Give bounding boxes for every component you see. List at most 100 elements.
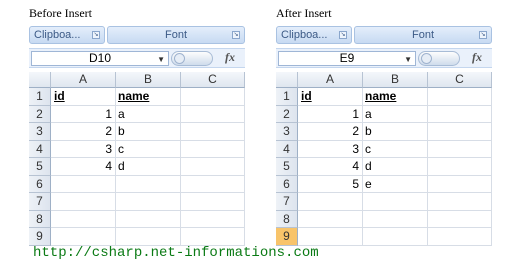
cell-b[interactable]: b xyxy=(116,123,181,141)
cell-a[interactable]: 1 xyxy=(298,105,363,123)
row-header[interactable]: 9 xyxy=(29,228,51,246)
cell-c[interactable] xyxy=(181,193,245,211)
cell-a[interactable] xyxy=(298,210,363,228)
row-header[interactable]: 6 xyxy=(276,175,298,193)
cell-b[interactable]: name xyxy=(363,88,428,106)
cell-b[interactable] xyxy=(363,210,428,228)
cell-a[interactable]: id xyxy=(51,88,116,106)
cell-a[interactable]: 4 xyxy=(51,158,116,176)
cell-a[interactable]: id xyxy=(298,88,363,106)
clipboard-group[interactable]: Clipboa... ↘ xyxy=(276,26,352,44)
row-header[interactable]: 7 xyxy=(29,193,51,211)
cell-b[interactable]: c xyxy=(363,140,428,158)
formula-bar-expand-button[interactable] xyxy=(171,51,213,66)
formula-bar-expand-button[interactable] xyxy=(418,51,460,66)
dialog-launcher-icon[interactable]: ↘ xyxy=(232,31,240,39)
cell-c[interactable] xyxy=(428,123,492,141)
cell-b[interactable]: d xyxy=(363,158,428,176)
cell-c[interactable] xyxy=(428,228,492,246)
cell-c[interactable] xyxy=(181,228,245,246)
chevron-down-icon[interactable]: ▼ xyxy=(404,53,412,66)
cell-c[interactable] xyxy=(181,175,245,193)
cell-c[interactable] xyxy=(428,140,492,158)
cell-c[interactable] xyxy=(181,140,245,158)
row-header[interactable]: 5 xyxy=(29,158,51,176)
cell-c[interactable] xyxy=(428,210,492,228)
cell-a[interactable] xyxy=(51,228,116,246)
select-all-corner[interactable] xyxy=(29,72,51,88)
row-header[interactable]: 6 xyxy=(29,175,51,193)
cell-c[interactable] xyxy=(428,88,492,106)
select-all-corner[interactable] xyxy=(276,72,298,88)
cell-a[interactable] xyxy=(51,193,116,211)
row-header[interactable]: 2 xyxy=(276,105,298,123)
table-row: 21a xyxy=(276,105,492,123)
cell-b[interactable] xyxy=(116,228,181,246)
column-header-a[interactable]: A xyxy=(51,72,116,88)
clipboard-group[interactable]: Clipboa... ↘ xyxy=(29,26,105,44)
cell-b[interactable]: c xyxy=(116,140,181,158)
cell-c[interactable] xyxy=(181,88,245,106)
row-header[interactable]: 3 xyxy=(276,123,298,141)
cell-a[interactable]: 4 xyxy=(298,158,363,176)
row-header[interactable]: 4 xyxy=(276,140,298,158)
column-header-c[interactable]: C xyxy=(428,72,492,88)
cell-a[interactable]: 2 xyxy=(298,123,363,141)
dialog-launcher-icon[interactable]: ↘ xyxy=(92,31,100,39)
cell-a[interactable]: 5 xyxy=(298,175,363,193)
cell-a[interactable]: 1 xyxy=(51,105,116,123)
cell-b[interactable]: a xyxy=(116,105,181,123)
name-box[interactable]: D10 ▼ xyxy=(31,51,169,66)
row-header[interactable]: 5 xyxy=(276,158,298,176)
row-header[interactable]: 8 xyxy=(276,210,298,228)
cell-b[interactable] xyxy=(116,175,181,193)
row-header[interactable]: 1 xyxy=(29,88,51,106)
cell-b[interactable] xyxy=(363,193,428,211)
column-header-b[interactable]: B xyxy=(116,72,181,88)
column-header-c[interactable]: C xyxy=(181,72,245,88)
cell-c[interactable] xyxy=(428,193,492,211)
font-group[interactable]: Font ↘ xyxy=(107,26,245,44)
chevron-down-icon[interactable]: ▼ xyxy=(157,53,165,66)
cell-b[interactable]: a xyxy=(363,105,428,123)
cell-a[interactable] xyxy=(51,210,116,228)
cell-b[interactable] xyxy=(116,193,181,211)
cell-c[interactable] xyxy=(181,210,245,228)
cell-b[interactable]: name xyxy=(116,88,181,106)
cell-c[interactable] xyxy=(428,175,492,193)
insert-function-icon[interactable]: fx xyxy=(472,50,482,65)
row-header[interactable]: 3 xyxy=(29,123,51,141)
font-group-label: Font xyxy=(411,29,434,41)
cell-b[interactable] xyxy=(116,210,181,228)
column-header-b[interactable]: B xyxy=(363,72,428,88)
dialog-launcher-icon[interactable]: ↘ xyxy=(339,31,347,39)
cell-a[interactable]: 3 xyxy=(51,140,116,158)
cell-b[interactable]: e xyxy=(363,175,428,193)
cell-c[interactable] xyxy=(181,105,245,123)
dialog-launcher-icon[interactable]: ↘ xyxy=(479,31,487,39)
row-header[interactable]: 9 xyxy=(276,228,298,246)
cell-c[interactable] xyxy=(428,158,492,176)
cell-c[interactable] xyxy=(428,105,492,123)
cell-a[interactable] xyxy=(298,193,363,211)
row-header[interactable]: 2 xyxy=(29,105,51,123)
font-group[interactable]: Font ↘ xyxy=(354,26,492,44)
row-header[interactable]: 1 xyxy=(276,88,298,106)
row-header[interactable]: 7 xyxy=(276,193,298,211)
cell-a[interactable] xyxy=(51,175,116,193)
cell-a[interactable]: 2 xyxy=(51,123,116,141)
insert-function-icon[interactable]: fx xyxy=(225,50,235,65)
cell-c[interactable] xyxy=(181,158,245,176)
row-header[interactable]: 8 xyxy=(29,210,51,228)
website-url[interactable]: http://csharp.net-informations.com xyxy=(33,245,319,261)
cell-a[interactable] xyxy=(298,228,363,246)
cell-b[interactable]: b xyxy=(363,123,428,141)
cell-c[interactable] xyxy=(181,123,245,141)
cell-a[interactable]: 3 xyxy=(298,140,363,158)
name-box[interactable]: E9 ▼ xyxy=(278,51,416,66)
row-header[interactable]: 4 xyxy=(29,140,51,158)
cell-b[interactable]: d xyxy=(116,158,181,176)
column-header-a[interactable]: A xyxy=(298,72,363,88)
formula-bar: D10 ▼ fx xyxy=(29,48,245,68)
cell-b[interactable] xyxy=(363,228,428,246)
